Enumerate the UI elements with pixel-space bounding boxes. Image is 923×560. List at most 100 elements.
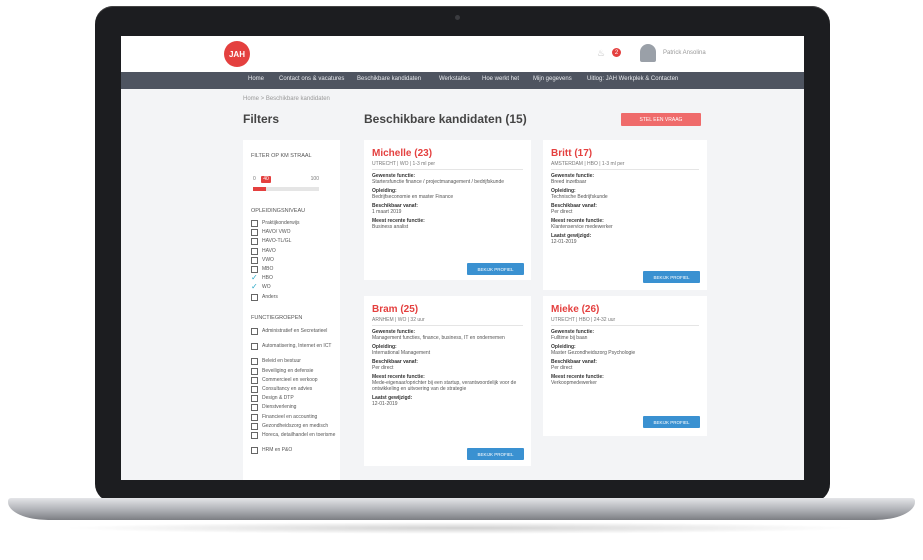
field-value: Business analist (372, 224, 409, 230)
checkbox[interactable] (251, 422, 258, 430)
filter-option-label: HRM en P&O (262, 447, 293, 454)
user-name[interactable]: Patrick Ansolina (663, 50, 706, 56)
filter-option[interactable]: Gezondheidszorg en medisch (251, 422, 340, 430)
field-value: Fulltime bij baan (551, 335, 588, 341)
filter-option-label: HBO (262, 275, 273, 282)
filters-title: Filters (243, 112, 280, 126)
nav-item-werkstaties[interactable]: Werkstaties (439, 76, 470, 82)
candidate-details: Gewenste functie: Startersfunctie finance… (372, 173, 527, 233)
candidate-card[interactable]: Mieke (26) UTRECHT | HBO | 24-32 uur Gewen… (543, 296, 707, 436)
field-value: Startersfunctie finance / projectmanagem… (372, 179, 505, 185)
checkbox[interactable] (251, 328, 258, 335)
candidate-card[interactable]: Bram (25) ARNHEM | WO | 32 uur Gewenste fu… (364, 296, 531, 466)
candidate-card[interactable]: Michelle (23) UTRECHT | WO | 1-3 ml per Ge… (364, 140, 531, 280)
filter-option[interactable]: Commercieel en verkoop (251, 376, 340, 384)
filter-option[interactable]: Horeca, detailhandel en toerisme (251, 432, 340, 439)
filter-option[interactable]: HAVO (251, 247, 340, 255)
jah-logo[interactable]: JAH (224, 41, 250, 67)
candidate-meta: UTRECHT | HBO | 24-32 uur (551, 317, 616, 323)
view-profile-button[interactable]: BEKIJK PROFIEL (467, 448, 524, 460)
candidate-details: Gewenste functie: Breed inzetbaar Opleidin… (551, 173, 706, 248)
filter-option[interactable]: Dienstverlening (251, 404, 340, 412)
filter-option[interactable]: Beveiliging en defensie (251, 367, 340, 375)
checkmark-icon[interactable]: ✓ (251, 283, 258, 291)
avatar[interactable] (640, 44, 656, 62)
filter-option[interactable]: Praktijkonderwijs (251, 220, 340, 227)
filter-option-label: Praktijkonderwijs (262, 220, 300, 226)
radius-slider-fill[interactable] (253, 187, 267, 191)
screen: JAH ♨ 2 Patrick Ansolina Home Contact on… (121, 36, 804, 480)
divider (372, 325, 523, 326)
view-profile-button[interactable]: BEKIJK PROFIEL (643, 416, 700, 428)
view-profile-button[interactable]: BEKIJK PROFIEL (467, 263, 524, 275)
filter-option[interactable]: ✓ HBO (251, 274, 340, 282)
checkbox[interactable] (251, 238, 258, 246)
field-value: Technische Bedrijfskunde (551, 194, 608, 200)
divider (372, 169, 523, 170)
nav-item-home[interactable]: Home (248, 76, 264, 82)
radius-slider[interactable] (253, 187, 319, 191)
radius-max: 100 (310, 176, 319, 182)
checkbox[interactable] (251, 413, 258, 421)
filter-option[interactable]: Design & DTP (251, 395, 340, 403)
field-value: Mede-eigenaar/oprichter bij een startup,… (372, 380, 517, 392)
filter-option-label: Beleid en bestuur (262, 358, 301, 365)
field-value: Bedrijfseconomie en master Finance (372, 194, 454, 200)
checkbox[interactable] (251, 432, 258, 439)
checkbox[interactable] (251, 404, 258, 412)
candidate-details: Gewenste functie: Fulltime bij baan Opleid… (551, 329, 706, 389)
checkbox[interactable] (251, 447, 258, 455)
breadcrumb[interactable]: Home > Beschikbare kandidaten (243, 96, 330, 102)
checkbox[interactable] (251, 376, 258, 384)
filter-option[interactable]: HAVO-TL/GL (251, 238, 340, 246)
candidate-name[interactable]: Bram (25) (372, 304, 418, 315)
filter-option[interactable]: Beleid en bestuur (251, 358, 340, 366)
filter-option-label: Design & DTP (262, 395, 294, 402)
checkbox[interactable] (251, 220, 258, 227)
checkbox[interactable] (251, 266, 258, 273)
nav-item-contact[interactable]: Contact ons & vacatures (279, 76, 344, 82)
filter-option-label: Consultancy en advies (262, 386, 313, 392)
checkbox[interactable] (251, 386, 258, 393)
checkbox[interactable] (251, 343, 258, 351)
nav-item-mijn-gegevens[interactable]: Mijn gegevens (533, 76, 572, 82)
field-value: Master Gezondheidszorg Psychologie (551, 350, 636, 356)
filter-option-label: Gezondheidszorg en medisch (262, 422, 329, 429)
notification-badge[interactable]: 2 (612, 48, 621, 57)
field-value: Per direct (551, 365, 573, 371)
candidate-name[interactable]: Mieke (26) (551, 304, 599, 315)
checkbox[interactable] (251, 367, 258, 375)
candidate-name[interactable]: Britt (17) (551, 148, 592, 159)
filter-option[interactable]: ✓ WO (251, 283, 340, 291)
filter-option[interactable]: Financieel en accounting (251, 413, 340, 421)
ask-question-button[interactable]: STEL EEN VRAAG (621, 113, 701, 126)
filter-option[interactable]: HAVO/ VWO (251, 229, 340, 237)
nav-item-hoe-werkt-het[interactable]: Hoe werkt het (482, 76, 519, 82)
view-profile-button[interactable]: BEKIJK PROFIEL (643, 271, 700, 283)
filter-option[interactable]: VWO (251, 256, 340, 264)
filter-option[interactable]: MBO (251, 266, 340, 273)
filter-option[interactable]: HRM en P&O (251, 447, 340, 455)
nav-item-uitlog[interactable]: Uitlog: JAH Werkplek & Contacten (587, 76, 678, 82)
checkbox[interactable] (251, 247, 258, 255)
bell-icon[interactable]: ♨ (597, 48, 607, 58)
candidate-card[interactable]: Britt (17) AMSTERDAM | HBO | 1-3 ml per Ge… (543, 140, 707, 290)
checkbox[interactable] (251, 229, 258, 237)
field-value: 12-01-2019 (551, 239, 577, 245)
checkbox[interactable] (251, 395, 258, 403)
checkmark-icon[interactable]: ✓ (251, 274, 258, 282)
field-value: 12-01-2019 (372, 401, 398, 407)
filter-option[interactable]: Automatisering, Internet en ICT (251, 343, 340, 351)
filter-option[interactable]: Administratief en Secretarieel (251, 328, 340, 335)
filter-option[interactable]: Consultancy en advies (251, 386, 340, 393)
checkbox[interactable] (251, 358, 258, 366)
filter-option-label: VWO (262, 256, 274, 263)
field-value: International Management (372, 350, 431, 356)
checkbox[interactable] (251, 293, 258, 301)
filter-option[interactable]: Anders (251, 293, 340, 301)
laptop-shadow (60, 522, 860, 534)
nav-item-kandidaten[interactable]: Beschikbare kandidaten (357, 76, 421, 82)
checkbox[interactable] (251, 256, 258, 264)
page-title: Beschikbare kandidaten (15) (364, 112, 527, 126)
candidate-name[interactable]: Michelle (23) (372, 148, 432, 159)
